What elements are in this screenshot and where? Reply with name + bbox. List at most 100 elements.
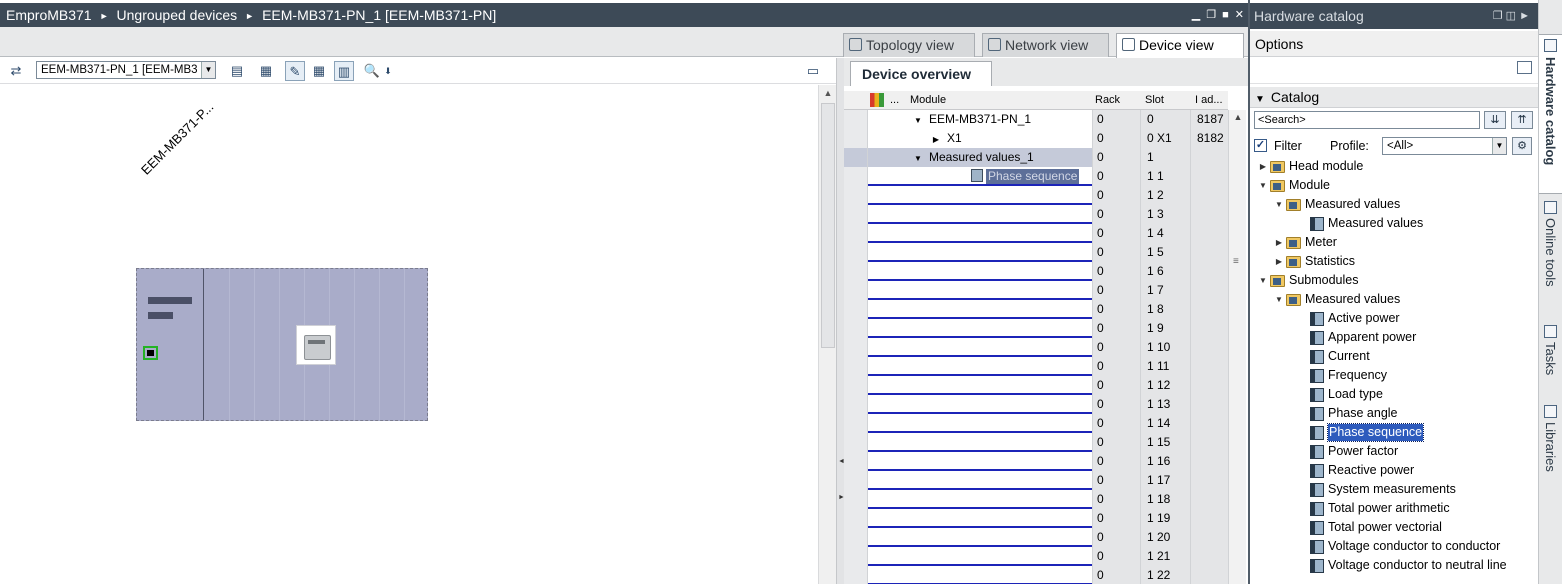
catalog-tree-item[interactable]: Voltage conductor to neutral line [1250,556,1538,575]
profinet-port-icon[interactable] [143,346,158,360]
module-cell[interactable] [907,243,1092,262]
expand-down-icon[interactable]: ▼ [1274,195,1284,214]
row-marker[interactable] [844,338,868,357]
table-row[interactable]: 01 16 [844,452,1228,471]
tab-network-view[interactable]: Network view [982,33,1109,57]
rack-view-icon[interactable]: ▤ [227,61,247,81]
row-marker[interactable] [844,205,868,224]
show-module-labels-icon[interactable]: ✎ [285,61,305,81]
catalog-tree-item[interactable]: Measured values [1250,214,1538,233]
chevron-down-icon[interactable]: ▼ [201,62,215,78]
module-cell[interactable] [907,471,1092,490]
table-row[interactable]: 01 9 [844,319,1228,338]
filter-checkbox[interactable]: ✓ [1254,139,1267,152]
row-marker[interactable] [844,319,868,338]
row-marker[interactable] [844,547,868,566]
module-cell[interactable] [907,262,1092,281]
module-cell[interactable] [907,452,1092,471]
row-marker[interactable] [844,357,868,376]
column-header-rack[interactable]: Rack [1095,91,1120,110]
table-row[interactable]: 01 4 [844,224,1228,243]
module-name[interactable]: EEM-MB371-PN_1 [929,112,1031,126]
float-pane-icon[interactable]: ❐ [1493,10,1503,22]
catalog-tree-item[interactable]: ▼ Measured values [1250,290,1538,309]
table-row[interactable]: 01 10 [844,338,1228,357]
module-cell[interactable] [907,338,1092,357]
table-row[interactable]: 01 5 [844,243,1228,262]
catalog-tree-item[interactable]: ▼ Measured values [1250,195,1538,214]
expand-right-icon[interactable]: ▶ [1274,233,1284,252]
profile-select[interactable]: <All> ▼ [1382,137,1507,155]
table-row[interactable]: Phase sequence 0 1 1 [844,167,1228,186]
grid-icon[interactable]: ▦ [309,61,329,81]
column-header-slot[interactable]: Slot [1145,91,1164,110]
catalog-tree-item[interactable]: Voltage conductor to conductor [1250,537,1538,556]
profile-settings-icon[interactable]: ⚙ [1512,137,1532,155]
row-marker[interactable] [844,566,868,584]
module-cell[interactable] [907,509,1092,528]
row-marker[interactable] [844,471,868,490]
expand-right-icon[interactable]: ▶ [929,130,943,148]
module-cell[interactable] [907,205,1092,224]
zoom-dropdown-icon[interactable]: ⬇ [378,61,398,81]
device-name-icon[interactable]: ▦ [256,61,276,81]
table-row[interactable]: 01 8 [844,300,1228,319]
table-row[interactable]: 01 22 [844,566,1228,584]
breadcrumb-group[interactable]: Ungrouped devices [117,7,238,23]
expand-down-icon[interactable]: ▼ [911,111,925,129]
overview-toggle-icon[interactable]: ▭ [803,61,823,81]
table-row[interactable]: 01 2 [844,186,1228,205]
module-cell[interactable] [907,281,1092,300]
catalog-tree-item[interactable]: ▼ Module [1250,176,1538,195]
table-row[interactable]: 01 15 [844,433,1228,452]
module-cell[interactable] [907,414,1092,433]
breadcrumb-project[interactable]: EmproMB371 [6,7,92,23]
options-section[interactable]: Options [1250,31,1538,57]
table-row[interactable]: ▶ X1 0 0 X1 8182 [844,129,1228,148]
module-cell[interactable] [907,547,1092,566]
tab-device-overview[interactable]: Device overview [850,61,992,86]
module-name[interactable]: Phase sequence [986,169,1080,184]
expand-down-icon[interactable]: ▼ [1274,290,1284,309]
row-marker[interactable] [844,376,868,395]
catalog-tree-item[interactable]: Apparent power [1250,328,1538,347]
status-filter-icon[interactable] [870,93,884,107]
module-cell[interactable]: Phase sequence [907,167,1092,186]
expand-right-icon[interactable]: ▶ [1258,157,1268,176]
catalog-tree-item[interactable]: Total power vectorial [1250,518,1538,537]
minimize-icon[interactable]: ▁ [1192,3,1200,27]
module-cell[interactable]: ▶ X1 [907,129,1092,148]
table-row[interactable]: 01 12 [844,376,1228,395]
row-marker[interactable] [844,490,868,509]
row-marker[interactable] [844,509,868,528]
module-cell[interactable] [907,433,1092,452]
catalog-tree-item[interactable]: Current [1250,347,1538,366]
expand-down-icon[interactable]: ▼ [1258,176,1268,195]
row-marker[interactable] [844,300,868,319]
catalog-tree-item[interactable]: Reactive power [1250,461,1538,480]
catalog-tree-item[interactable]: Load type [1250,385,1538,404]
module-cell[interactable] [907,357,1092,376]
table-row[interactable]: 01 7 [844,281,1228,300]
table-row[interactable]: 01 18 [844,490,1228,509]
device-select[interactable]: EEM-MB371-PN_1 [EEM-MB3 ▼ [36,61,216,79]
catalog-tree-item[interactable]: System measurements [1250,480,1538,499]
catalog-tree-item[interactable]: Active power [1250,309,1538,328]
restore-icon[interactable]: ❐ [1206,3,1216,27]
module-cell[interactable] [907,490,1092,509]
module-cell[interactable] [907,224,1092,243]
split-pane-icon[interactable]: ◫ [1506,10,1516,22]
module-cell[interactable] [907,566,1092,584]
search-down-icon[interactable]: ⇊ [1484,111,1506,129]
scroll-grip-icon[interactable]: ≡ [1233,256,1239,267]
table-row[interactable]: 01 21 [844,547,1228,566]
table-row[interactable]: 01 6 [844,262,1228,281]
catalog-tree-item[interactable]: ▶ Meter [1250,233,1538,252]
column-header-i-address[interactable]: I ad... [1195,91,1223,110]
row-marker[interactable] [844,433,868,452]
module-name[interactable]: Measured values_1 [929,150,1034,164]
row-marker[interactable] [844,167,868,186]
row-marker[interactable] [844,243,868,262]
canvas-scrollbar[interactable]: ▲ [818,85,836,584]
catalog-tree-item[interactable]: ▶ Statistics [1250,252,1538,271]
